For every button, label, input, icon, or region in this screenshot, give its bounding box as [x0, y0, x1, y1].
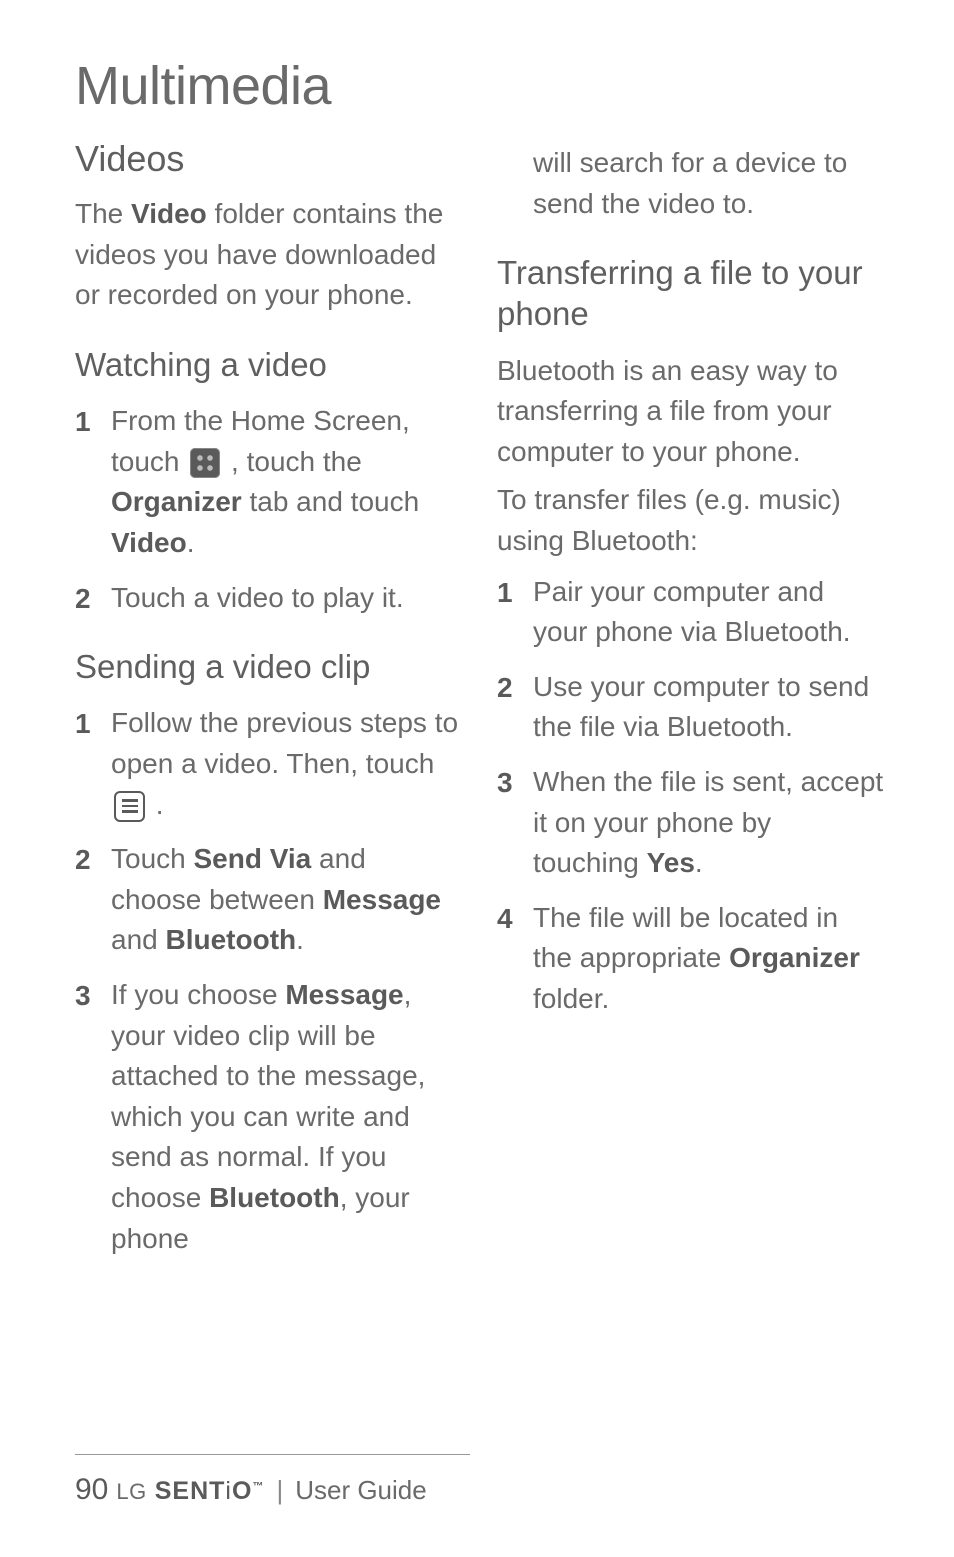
guide-label: User Guide: [295, 1475, 427, 1506]
heading-watching-video: Watching a video: [75, 344, 462, 385]
brand-lg: LG: [116, 1479, 146, 1505]
transfer-intro: Bluetooth is an easy way to transferring…: [497, 351, 884, 473]
text: .: [148, 789, 164, 820]
text: Follow the previous steps to open a vide…: [111, 707, 458, 779]
heading-transferring: Transferring a file to your phone: [497, 252, 884, 335]
continuation-text: will search for a device to send the vid…: [497, 143, 884, 224]
list-item: From the Home Screen, touch , touch the …: [75, 401, 462, 563]
heading-sending-video: Sending a video clip: [75, 646, 462, 687]
text-bold: Bluetooth: [209, 1182, 340, 1213]
list-item: Follow the previous steps to open a vide…: [75, 703, 462, 825]
trademark: ™: [252, 1481, 264, 1493]
list-item: Use your computer to send the file via B…: [497, 667, 884, 748]
sending-steps: Follow the previous steps to open a vide…: [75, 703, 462, 1259]
videos-intro: The Video folder contains the videos you…: [75, 194, 462, 316]
list-item: Pair your computer and your phone via Bl…: [497, 572, 884, 653]
transfer-steps: Pair your computer and your phone via Bl…: [497, 572, 884, 1020]
content-columns: Videos The Video folder contains the vid…: [75, 129, 884, 1273]
text: .: [187, 527, 195, 558]
heading-videos: Videos: [75, 137, 462, 180]
text: folder.: [533, 983, 609, 1014]
text-bold: Yes: [647, 847, 695, 878]
text: and: [111, 924, 166, 955]
list-item: If you choose Message, your video clip w…: [75, 975, 462, 1259]
right-column: will search for a device to send the vid…: [497, 129, 884, 1273]
separator: |: [276, 1475, 283, 1506]
menu-list-icon: [114, 791, 145, 822]
page-footer: 90 LG SENTiO™ | User Guide: [75, 1454, 470, 1507]
text: tab and touch: [242, 486, 419, 517]
text: SENT: [155, 1477, 226, 1505]
text: O: [232, 1477, 252, 1505]
text-bold: Message: [285, 979, 403, 1010]
page-number: 90: [75, 1473, 108, 1507]
watching-steps: From the Home Screen, touch , touch the …: [75, 401, 462, 618]
text: Touch: [111, 843, 194, 874]
left-column: Videos The Video folder contains the vid…: [75, 129, 462, 1273]
list-item: The file will be located in the appropri…: [497, 898, 884, 1020]
transfer-subintro: To transfer files (e.g. music) using Blu…: [497, 480, 884, 561]
page-title: Multimedia: [75, 55, 884, 117]
brand-sentio: SENTiO™: [155, 1477, 265, 1506]
text: The: [75, 198, 131, 229]
text-bold: Organizer: [111, 486, 242, 517]
text-bold: Video: [111, 527, 187, 558]
text: .: [296, 924, 304, 955]
apps-grid-icon: [190, 448, 220, 478]
text-bold: Message: [323, 884, 441, 915]
footer-text: 90 LG SENTiO™ | User Guide: [75, 1473, 470, 1507]
text-bold: Send Via: [194, 843, 312, 874]
text-bold: Organizer: [729, 942, 860, 973]
text: If you choose: [111, 979, 285, 1010]
text: When the file is sent, accept it on your…: [533, 766, 883, 878]
text: , your video clip will be attached to th…: [111, 979, 425, 1213]
list-item: Touch Send Via and choose between Messag…: [75, 839, 462, 961]
text: .: [695, 847, 703, 878]
list-item: When the file is sent, accept it on your…: [497, 762, 884, 884]
text-bold: Bluetooth: [166, 924, 297, 955]
text-bold: Video: [131, 198, 207, 229]
text: , touch the: [223, 446, 362, 477]
list-item: Touch a video to play it.: [75, 578, 462, 619]
